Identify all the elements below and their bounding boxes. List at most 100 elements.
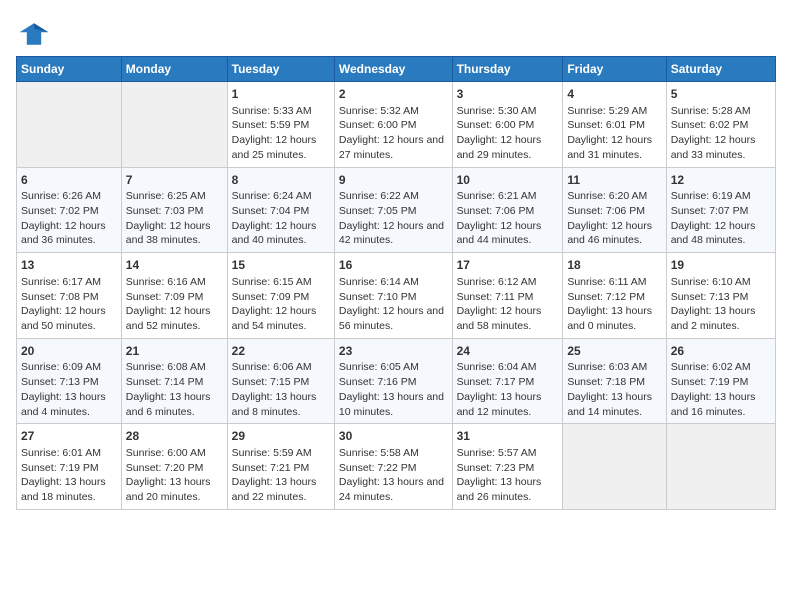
daylight-text: Daylight: 12 hours and 52 minutes. [126,304,223,333]
day-number: 19 [671,257,771,274]
sunrise-text: Sunrise: 6:05 AM [339,360,448,375]
daylight-text: Daylight: 12 hours and 54 minutes. [232,304,330,333]
daylight-text: Daylight: 12 hours and 29 minutes. [457,133,559,162]
sunset-text: Sunset: 7:05 PM [339,204,448,219]
sunrise-text: Sunrise: 5:28 AM [671,104,771,119]
day-cell [121,82,227,168]
day-number: 18 [567,257,661,274]
week-row-1: 1Sunrise: 5:33 AMSunset: 5:59 PM Daylight… [17,82,776,168]
day-number: 1 [232,86,330,103]
day-number: 26 [671,343,771,360]
day-cell: 1Sunrise: 5:33 AMSunset: 5:59 PMDaylight… [227,82,334,168]
daylight-text: Daylight: 12 hours and 33 minutes. [671,133,771,162]
sunrise-text: Sunrise: 5:59 AM [232,446,330,461]
sunrise-text: Sunrise: 5:33 AM [232,104,330,119]
sunset-text: Sunset: 6:00 PM [339,118,448,133]
day-cell: 16Sunrise: 6:14 AMSunset: 7:10 PMDayligh… [334,253,452,339]
daylight-text: Daylight: 12 hours and 44 minutes. [457,219,559,248]
daylight-text: Daylight: 12 hours and 50 minutes. [21,304,117,333]
daylight-text: Daylight: 13 hours and 2 minutes. [671,304,771,333]
day-cell: 19Sunrise: 6:10 AMSunset: 7:13 PMDayligh… [666,253,775,339]
sunset-text: Sunset: 7:11 PM [457,290,559,305]
sunset-text: Sunset: 7:13 PM [21,375,117,390]
daylight-text: Daylight: 12 hours and 42 minutes. [339,219,448,248]
sunset-text: Sunset: 7:09 PM [126,290,223,305]
day-number: 5 [671,86,771,103]
day-cell: 9Sunrise: 6:22 AMSunset: 7:05 PMDaylight… [334,167,452,253]
day-cell [563,424,666,510]
sunrise-text: Sunrise: 6:19 AM [671,189,771,204]
logo-icon [16,16,52,52]
day-cell: 25Sunrise: 6:03 AMSunset: 7:18 PMDayligh… [563,338,666,424]
day-number: 7 [126,172,223,189]
day-cell: 7Sunrise: 6:25 AMSunset: 7:03 PMDaylight… [121,167,227,253]
sunset-text: Sunset: 7:04 PM [232,204,330,219]
day-cell: 18Sunrise: 6:11 AMSunset: 7:12 PMDayligh… [563,253,666,339]
day-number: 25 [567,343,661,360]
day-number: 28 [126,428,223,445]
sunrise-text: Sunrise: 6:02 AM [671,360,771,375]
sunrise-text: Sunrise: 6:25 AM [126,189,223,204]
day-cell: 28Sunrise: 6:00 AMSunset: 7:20 PMDayligh… [121,424,227,510]
sunset-text: Sunset: 5:59 PM [232,118,330,133]
sunset-text: Sunset: 7:06 PM [457,204,559,219]
daylight-text: Daylight: 13 hours and 14 minutes. [567,390,661,419]
day-cell: 6Sunrise: 6:26 AMSunset: 7:02 PMDaylight… [17,167,122,253]
day-cell: 13Sunrise: 6:17 AMSunset: 7:08 PMDayligh… [17,253,122,339]
day-cell: 24Sunrise: 6:04 AMSunset: 7:17 PMDayligh… [452,338,563,424]
sunrise-text: Sunrise: 6:21 AM [457,189,559,204]
day-cell: 12Sunrise: 6:19 AMSunset: 7:07 PMDayligh… [666,167,775,253]
day-number: 6 [21,172,117,189]
week-row-3: 13Sunrise: 6:17 AMSunset: 7:08 PMDayligh… [17,253,776,339]
daylight-text: Daylight: 12 hours and 48 minutes. [671,219,771,248]
daylight-text: Daylight: 13 hours and 4 minutes. [21,390,117,419]
day-number: 13 [21,257,117,274]
day-number: 2 [339,86,448,103]
sunrise-text: Sunrise: 6:11 AM [567,275,661,290]
sunrise-text: Sunrise: 5:32 AM [339,104,448,119]
daylight-text: Daylight: 12 hours and 27 minutes. [339,133,448,162]
day-number: 15 [232,257,330,274]
column-header-wednesday: Wednesday [334,57,452,82]
day-number: 17 [457,257,559,274]
sunset-text: Sunset: 7:15 PM [232,375,330,390]
sunset-text: Sunset: 7:02 PM [21,204,117,219]
week-row-5: 27Sunrise: 6:01 AMSunset: 7:19 PMDayligh… [17,424,776,510]
day-number: 24 [457,343,559,360]
daylight-text: Daylight: 12 hours and 46 minutes. [567,219,661,248]
sunset-text: Sunset: 7:16 PM [339,375,448,390]
day-number: 16 [339,257,448,274]
sunset-text: Sunset: 7:09 PM [232,290,330,305]
day-number: 31 [457,428,559,445]
sunrise-text: Sunrise: 6:01 AM [21,446,117,461]
daylight-text: Daylight: 13 hours and 16 minutes. [671,390,771,419]
sunset-text: Sunset: 7:17 PM [457,375,559,390]
sunset-text: Sunset: 7:12 PM [567,290,661,305]
sunrise-text: Sunrise: 6:14 AM [339,275,448,290]
day-cell: 5Sunrise: 5:28 AMSunset: 6:02 PMDaylight… [666,82,775,168]
column-header-sunday: Sunday [17,57,122,82]
sunset-text: Sunset: 7:06 PM [567,204,661,219]
day-number: 10 [457,172,559,189]
week-row-4: 20Sunrise: 6:09 AMSunset: 7:13 PMDayligh… [17,338,776,424]
sunrise-text: Sunrise: 5:29 AM [567,104,661,119]
day-number: 14 [126,257,223,274]
day-number: 8 [232,172,330,189]
day-cell: 27Sunrise: 6:01 AMSunset: 7:19 PMDayligh… [17,424,122,510]
daylight-text: Daylight: 13 hours and 8 minutes. [232,390,330,419]
sunrise-text: Sunrise: 6:03 AM [567,360,661,375]
daylight-text: Daylight: 13 hours and 22 minutes. [232,475,330,504]
column-header-saturday: Saturday [666,57,775,82]
day-cell: 29Sunrise: 5:59 AMSunset: 7:21 PMDayligh… [227,424,334,510]
day-number: 11 [567,172,661,189]
sunset-text: Sunset: 6:02 PM [671,118,771,133]
sunrise-text: Sunrise: 6:09 AM [21,360,117,375]
day-cell: 14Sunrise: 6:16 AMSunset: 7:09 PMDayligh… [121,253,227,339]
sunrise-text: Sunrise: 5:58 AM [339,446,448,461]
sunset-text: Sunset: 7:21 PM [232,461,330,476]
day-cell: 31Sunrise: 5:57 AMSunset: 7:23 PMDayligh… [452,424,563,510]
sunset-text: Sunset: 7:18 PM [567,375,661,390]
day-cell: 10Sunrise: 6:21 AMSunset: 7:06 PMDayligh… [452,167,563,253]
day-number: 23 [339,343,448,360]
daylight-text: Daylight: 12 hours and 40 minutes. [232,219,330,248]
